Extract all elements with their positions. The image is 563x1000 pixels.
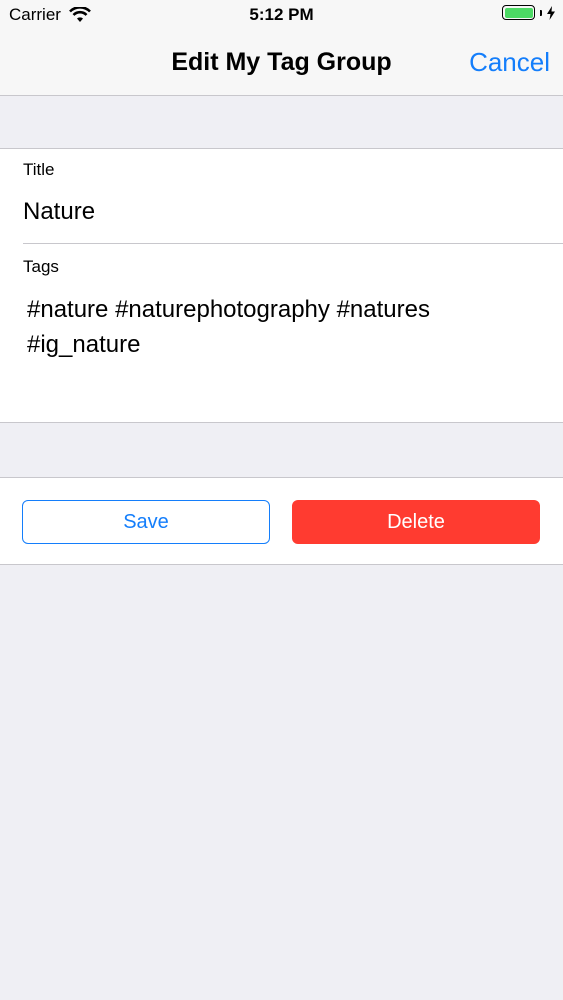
edit-form: Title Nature Tags #nature #naturephotogr… [0,148,563,423]
field-divider [23,243,563,244]
delete-button[interactable]: Delete [292,500,540,544]
save-button[interactable]: Save [22,500,270,544]
title-label: Title [23,160,55,179]
tags-label: Tags [23,257,59,276]
charging-bolt-icon [547,5,555,20]
status-bar: Carrier 5:12 PM [0,0,563,30]
battery-nub [540,9,542,16]
title-field[interactable]: Nature [23,198,95,226]
battery-level-fill [504,7,533,18]
battery-group [502,5,555,20]
navigation-bar: Edit My Tag Group Cancel [0,30,563,96]
action-section: Save Delete [0,477,563,565]
tags-textarea[interactable]: #nature #naturephotography #natures #ig_… [27,292,527,362]
battery-icon [502,5,535,20]
cancel-button[interactable]: Cancel [469,47,550,78]
status-time: 5:12 PM [249,5,314,24]
